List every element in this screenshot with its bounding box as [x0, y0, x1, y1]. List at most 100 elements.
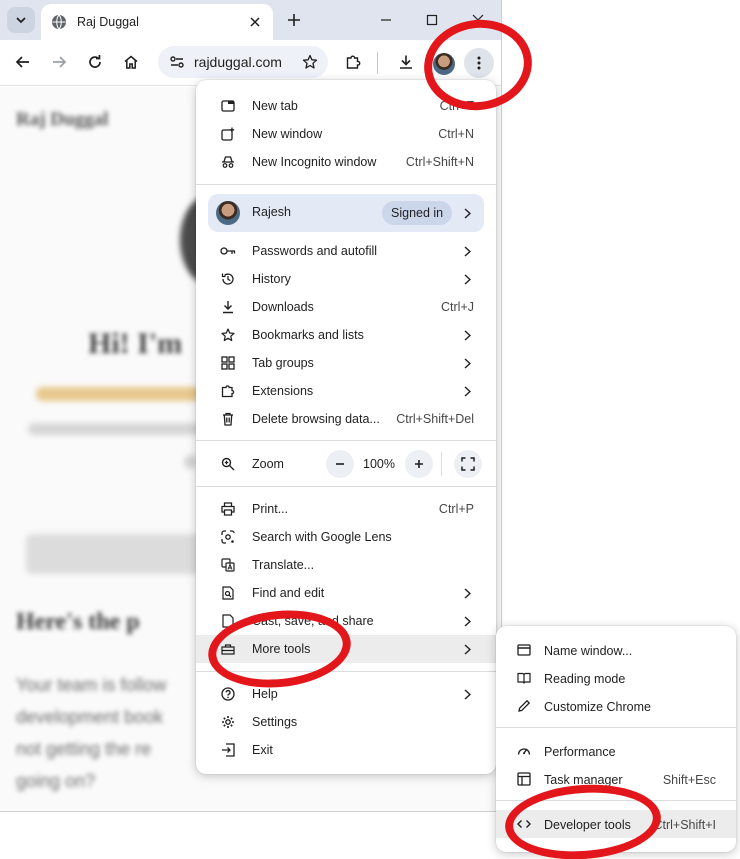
url-text: rajduggal.com — [194, 54, 282, 70]
chevron-right-icon — [462, 688, 472, 700]
hero-tagline — [36, 387, 216, 401]
para-line-2: development book — [16, 707, 164, 727]
zoom-out-button[interactable] — [326, 450, 354, 478]
menu-label: Bookmarks and lists — [252, 328, 364, 342]
menu-label: New Incognito window — [252, 155, 377, 169]
history-icon — [220, 271, 236, 287]
find-icon — [220, 585, 236, 601]
minimize-button[interactable] — [374, 8, 398, 32]
zoom-level: 100% — [363, 457, 395, 471]
fullscreen-icon — [461, 457, 475, 471]
tab-search-button[interactable] — [7, 7, 35, 33]
menu-item-delete-browsing-data[interactable]: Delete browsing data... Ctrl+Shift+Del — [196, 405, 496, 433]
submenu-item-customize-chrome[interactable]: Customize Chrome — [496, 692, 736, 720]
tab-strip: Raj Duggal — [0, 0, 501, 40]
address-bar[interactable]: rajduggal.com — [158, 46, 328, 78]
cta-button — [26, 534, 206, 574]
menu-label: Delete browsing data... — [252, 412, 380, 426]
menu-divider — [196, 184, 496, 185]
menu-label: New tab — [252, 99, 298, 113]
profile-name: Rajesh — [252, 205, 291, 219]
menu-label: Exit — [252, 743, 273, 757]
submenu-item-name-window[interactable]: Name window... — [496, 636, 736, 664]
submenu-divider — [496, 727, 736, 728]
chevron-right-icon — [462, 643, 472, 655]
menu-item-history[interactable]: History — [196, 265, 496, 293]
chevron-right-icon — [462, 357, 472, 369]
chevron-right-icon — [462, 207, 472, 219]
plus-icon — [288, 14, 300, 26]
exit-icon — [220, 742, 236, 758]
profile-row[interactable]: Rajesh Signed in — [208, 194, 484, 232]
maximize-icon — [426, 14, 438, 26]
new-tab-icon — [220, 98, 236, 114]
menu-divider — [196, 486, 496, 487]
menu-divider — [196, 440, 496, 441]
fullscreen-button[interactable] — [454, 450, 482, 478]
globe-icon — [52, 14, 66, 30]
new-window-icon — [220, 126, 236, 142]
reload-icon — [89, 55, 101, 68]
toolbar-divider — [377, 52, 378, 74]
star-icon — [220, 327, 236, 343]
menu-item-print[interactable]: Print... Ctrl+P — [196, 495, 496, 523]
print-icon — [220, 501, 236, 517]
menu-item-new-window[interactable]: New window Ctrl+N — [196, 120, 496, 148]
back-button[interactable] — [9, 48, 37, 76]
close-tab-button[interactable] — [247, 14, 263, 30]
task-manager-icon — [516, 771, 532, 787]
tab-active[interactable]: Raj Duggal — [41, 4, 273, 40]
zoom-row: Zoom 100% — [196, 448, 496, 480]
zoom-in-button[interactable] — [405, 450, 433, 478]
maximize-button[interactable] — [420, 8, 444, 32]
zoom-divider — [441, 452, 442, 476]
menu-label: Translate... — [252, 558, 315, 572]
menu-item-downloads[interactable]: Downloads Ctrl+J — [196, 293, 496, 321]
puzzle-icon — [346, 55, 361, 69]
menu-item-settings[interactable]: Settings — [196, 708, 496, 736]
forward-button[interactable] — [45, 48, 73, 76]
home-icon — [124, 55, 138, 69]
menu-item-translate[interactable]: Translate... — [196, 551, 496, 579]
speedometer-icon — [516, 743, 532, 759]
plus-icon — [415, 460, 423, 468]
translate-icon — [220, 557, 236, 573]
bookmark-button[interactable] — [298, 50, 322, 74]
zoom-icon — [220, 456, 236, 472]
new-tab-button[interactable] — [282, 8, 306, 32]
submenu-item-reading-mode[interactable]: Reading mode — [496, 664, 736, 692]
reload-button[interactable] — [81, 48, 109, 76]
submenu-item-performance[interactable]: Performance — [496, 737, 736, 765]
window-icon — [516, 642, 532, 658]
arrow-left-icon — [15, 56, 29, 68]
menu-item-find-and-edit[interactable]: Find and edit — [196, 579, 496, 607]
menu-item-google-lens[interactable]: Search with Google Lens — [196, 523, 496, 551]
menu-item-exit[interactable]: Exit — [196, 736, 496, 764]
arrow-right-icon — [53, 56, 67, 68]
chevron-right-icon — [462, 587, 472, 599]
tab-title: Raj Duggal — [77, 15, 139, 29]
incognito-icon — [220, 154, 236, 170]
menu-item-bookmarks[interactable]: Bookmarks and lists — [196, 321, 496, 349]
submenu-shortcut: Shift+Esc — [662, 773, 716, 787]
downloads-button[interactable] — [392, 48, 420, 76]
menu-item-new-incognito-window[interactable]: New Incognito window Ctrl+Shift+N — [196, 148, 496, 176]
site-title: Raj Duggal — [16, 109, 109, 130]
close-icon — [250, 17, 260, 27]
home-button[interactable] — [117, 48, 145, 76]
signed-in-badge: Signed in — [382, 201, 453, 225]
site-info-button[interactable] — [166, 51, 188, 73]
menu-item-extensions[interactable]: Extensions — [196, 377, 496, 405]
chevron-right-icon — [462, 329, 472, 341]
menu-label: Search with Google Lens — [252, 530, 392, 544]
star-outline-icon — [302, 54, 318, 69]
menu-shortcut: Ctrl+J — [441, 300, 474, 314]
menu-label: Print... — [252, 502, 289, 516]
submenu-label: Customize Chrome — [544, 700, 651, 714]
menu-item-tab-groups[interactable]: Tab groups — [196, 349, 496, 377]
menu-item-passwords[interactable]: Passwords and autofill — [196, 237, 496, 265]
download-icon — [220, 299, 236, 315]
avatar — [216, 201, 240, 225]
menu-label: Help — [252, 687, 278, 701]
extensions-button[interactable] — [339, 48, 367, 76]
